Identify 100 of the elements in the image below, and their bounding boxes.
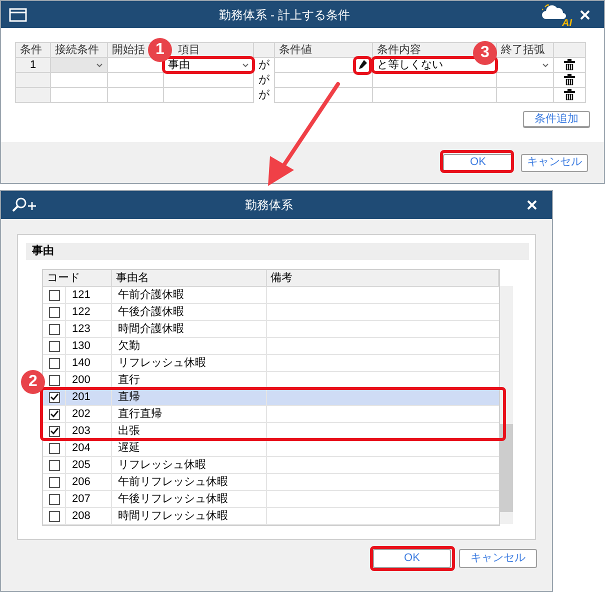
column-header: 事由名 [116, 270, 149, 286]
column-header: コード [47, 270, 80, 286]
name-cell-text: リフレッシュ休暇 [118, 458, 206, 473]
particle-label: が [258, 74, 270, 86]
caret-icon [242, 62, 249, 68]
checkbox[interactable] [48, 442, 60, 454]
add-condition-button[interactable]: 条件追加 [523, 111, 590, 127]
checkbox[interactable] [48, 476, 60, 488]
code-cell-text: 204 [72, 440, 90, 456]
end-paren-cell[interactable] [496, 88, 554, 102]
column-header: 条件 [20, 44, 42, 56]
list-row[interactable]: 123 時間介護休暇 [43, 321, 499, 338]
list-row[interactable]: 207 午後リフレッシュ休暇 [43, 491, 499, 508]
trash-icon[interactable] [564, 89, 575, 101]
list-row[interactable]: 204 遅延 [43, 440, 499, 457]
list-row[interactable]: 208 時間リフレッシュ休暇 [43, 508, 499, 525]
connector-cell[interactable] [50, 88, 108, 102]
checkbox[interactable] [48, 408, 60, 420]
checkbox[interactable] [48, 324, 60, 334]
end-paren-cell[interactable] [496, 58, 554, 72]
name-cell-text: 欠勤 [118, 338, 140, 354]
name-cell-text: 午後介護休暇 [118, 304, 184, 320]
row-number: 1 [30, 58, 36, 70]
particle-label: が [258, 58, 270, 71]
scrollbar[interactable] [500, 286, 513, 524]
checkbox[interactable] [48, 358, 60, 368]
trash-icon[interactable] [564, 59, 575, 71]
window-icon [9, 8, 27, 22]
trash-icon[interactable] [564, 74, 575, 86]
checkbox[interactable] [48, 494, 60, 504]
window-title: 勤務体系 - 計上する条件 [218, 6, 351, 24]
code-cell-text: 201 [72, 390, 90, 405]
list-row[interactable]: 122 午後介護休暇 [43, 304, 499, 321]
cancel-button[interactable]: キャンセル [459, 549, 537, 568]
name-cell-text: 出張 [118, 424, 140, 439]
column-header: 接続条件 [55, 44, 99, 56]
list-row[interactable]: 202 直行直帰 [43, 406, 499, 423]
section-title: 事由 [32, 244, 54, 260]
item-dropdown[interactable]: 事由 [164, 58, 253, 72]
particle-label: が [258, 88, 270, 100]
code-cell-text: 202 [72, 406, 90, 422]
value-cell[interactable] [274, 58, 372, 72]
code-cell-text: 203 [72, 424, 90, 439]
code-cell-text: 130 [72, 338, 90, 354]
checkbox[interactable] [48, 392, 60, 402]
value-cell[interactable] [274, 88, 372, 102]
checkbox[interactable] [48, 306, 60, 318]
column-header: 項目 [177, 44, 200, 56]
column-header: 備考 [270, 270, 293, 286]
name-cell-text: 午前リフレッシュ休暇 [118, 474, 228, 490]
name-cell-text: リフレッシュ休暇 [118, 356, 206, 371]
column-header: 開始括 [112, 44, 145, 56]
code-cell-text: 206 [72, 474, 90, 490]
code-cell-text: 122 [72, 304, 90, 320]
list-row[interactable]: 130 欠勤 [43, 338, 499, 355]
name-cell-text: 時間リフレッシュ休暇 [118, 508, 228, 524]
code-cell-text: 200 [72, 372, 90, 388]
code-cell-text: 205 [72, 458, 90, 473]
ok-button[interactable]: OK [443, 154, 513, 172]
checkbox[interactable] [48, 340, 60, 352]
code-cell-text: 123 [72, 322, 90, 337]
zoom-in-icon[interactable] [11, 197, 37, 213]
list-row[interactable]: 121 午前介護休暇 [43, 287, 499, 304]
list-row[interactable]: 205 リフレッシュ休暇 [43, 457, 499, 474]
code-cell-text: 208 [72, 508, 90, 524]
name-cell-text: 午前介護休暇 [118, 288, 184, 303]
value-cell[interactable] [274, 72, 372, 88]
checkbox[interactable] [48, 426, 60, 436]
ok-button[interactable]: OK [373, 549, 451, 568]
connector-cell[interactable] [50, 72, 108, 88]
checkbox[interactable] [48, 510, 60, 522]
column-header: 条件内容 [377, 44, 421, 56]
close-icon[interactable] [527, 200, 537, 210]
logo-text: AI [562, 18, 572, 28]
name-cell-text: 時間介護休暇 [118, 322, 184, 337]
code-cell-text: 140 [72, 356, 90, 371]
column-header: 条件値 [279, 44, 312, 56]
name-cell-text: 午後リフレッシュ休暇 [118, 492, 228, 507]
cancel-button[interactable]: キャンセル [521, 154, 588, 172]
caret-icon [96, 62, 103, 68]
list-row[interactable]: 206 午前リフレッシュ休暇 [43, 474, 499, 491]
column-header: 終了括弧 [501, 44, 545, 56]
checkbox[interactable] [48, 460, 60, 470]
cloud-icon [542, 4, 566, 20]
close-icon[interactable] [580, 10, 590, 20]
pencil-icon [358, 60, 367, 70]
name-cell-text: 遅延 [118, 440, 140, 456]
name-cell-text: 直帰 [118, 390, 140, 405]
checkbox[interactable] [48, 290, 60, 300]
list-row[interactable]: 201 直帰 [43, 389, 499, 406]
list-row[interactable]: 140 リフレッシュ休暇 [43, 355, 499, 372]
window-title: 勤務体系 [244, 197, 294, 214]
checkbox[interactable] [48, 374, 60, 386]
code-cell-text: 121 [72, 288, 90, 303]
end-paren-cell[interactable] [496, 72, 554, 88]
code-cell-text: 207 [72, 492, 90, 507]
condition-field[interactable]: と等しくない [373, 58, 496, 72]
dropdown-caret-icon[interactable] [542, 62, 549, 68]
name-cell-text: 直行 [118, 372, 140, 388]
name-cell-text: 直行直帰 [118, 406, 162, 422]
